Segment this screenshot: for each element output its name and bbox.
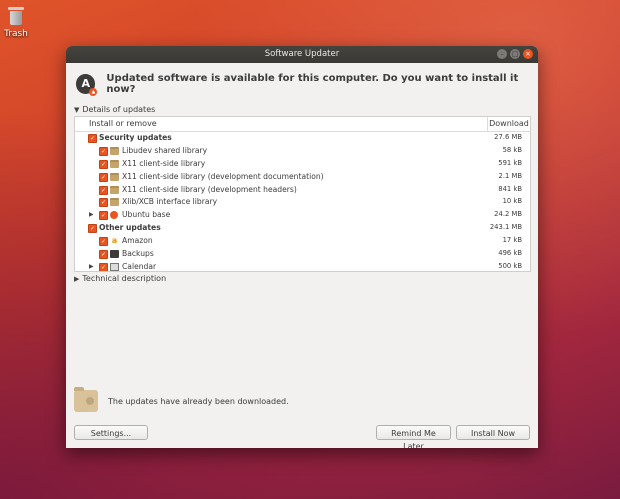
header: A ▲ Updated software is available for thi… xyxy=(76,73,538,96)
column-download[interactable]: Download xyxy=(487,117,530,131)
software-updater-icon: A ▲ xyxy=(76,74,98,96)
remind-me-later-button[interactable]: Remind Me Later xyxy=(376,425,451,448)
row-size: 24.2 MB xyxy=(494,210,522,219)
technical-description-expander[interactable]: ▶ Technical description xyxy=(74,274,166,283)
row-size: 243.1 MB xyxy=(489,223,522,232)
details-label: Details of updates xyxy=(82,105,156,114)
row-checkbox[interactable]: ✓ xyxy=(99,211,108,221)
download-status: The updates have already been downloaded… xyxy=(74,387,289,412)
details-expander[interactable]: ▼ Details of updates xyxy=(74,105,155,114)
row-name: X11 client-side library xyxy=(122,158,206,168)
update-item-row[interactable]: ✓ Libudev shared library 58 kB xyxy=(75,145,530,158)
row-name: Security updates xyxy=(99,133,172,142)
row-name: Calendar xyxy=(122,261,157,271)
trash-label: Trash xyxy=(4,29,28,39)
row-checkbox[interactable]: ✓ xyxy=(99,185,108,195)
update-item-row[interactable]: ✓ Xlib/XCB interface library 10 kB xyxy=(75,196,530,209)
close-icon[interactable]: × xyxy=(523,49,533,59)
downloaded-package-icon xyxy=(74,387,98,412)
row-name: Backups xyxy=(122,249,154,259)
row-size: 58 kB xyxy=(502,145,522,154)
row-size: 500 kB xyxy=(498,261,522,270)
technical-label: Technical description xyxy=(82,274,167,283)
row-size: 841 kB xyxy=(498,184,522,193)
update-item-row[interactable]: ▶ ✓ Calendar 500 kB xyxy=(75,261,530,271)
row-size: 591 kB xyxy=(498,158,522,167)
update-group-row[interactable]: ✓ Security updates 27.6 MB xyxy=(75,132,530,145)
update-item-row[interactable]: ✓ X11 client-side library (development he… xyxy=(75,184,530,197)
row-name: Xlib/XCB interface library xyxy=(122,197,218,207)
row-size: 10 kB xyxy=(502,197,522,206)
row-checkbox[interactable]: ✓ xyxy=(88,134,97,143)
calendar-icon xyxy=(110,262,119,271)
row-checkbox[interactable]: ✓ xyxy=(99,198,108,208)
column-install-or-remove[interactable]: Install or remove xyxy=(89,119,157,128)
expander-down-icon: ▼ xyxy=(74,106,80,114)
folder-icon xyxy=(110,159,119,168)
updates-list[interactable]: Install or remove Download ✓ Security upd… xyxy=(74,116,531,272)
trash-desktop-icon[interactable]: Trash xyxy=(2,5,30,39)
row-checkbox[interactable]: ✓ xyxy=(99,172,108,182)
update-item-row[interactable]: ▶ ✓ Ubuntu base 24.2 MB xyxy=(75,209,530,222)
title-bar[interactable]: Software Updater – □ × xyxy=(66,46,538,63)
settings-button[interactable]: Settings... xyxy=(74,425,148,440)
expander-right-icon: ▶ xyxy=(74,275,80,283)
folder-icon xyxy=(110,146,119,155)
backups-icon xyxy=(110,250,119,259)
install-now-button[interactable]: Install Now xyxy=(456,425,530,440)
update-item-row[interactable]: ✓ Backups 496 kB xyxy=(75,248,530,261)
row-name: Libudev shared library xyxy=(122,145,208,155)
update-item-row[interactable]: ✓ X11 client-side library (development do… xyxy=(75,171,530,184)
maximize-icon[interactable]: □ xyxy=(510,49,520,59)
update-group-row[interactable]: ✓ Other updates 243.1 MB xyxy=(75,222,530,235)
ubuntu-icon xyxy=(110,211,118,220)
amazon-icon: a xyxy=(111,236,118,246)
row-name: X11 client-side library (development doc… xyxy=(122,171,324,181)
row-size: 496 kB xyxy=(498,249,522,258)
minimize-icon[interactable]: – xyxy=(497,49,507,59)
row-checkbox[interactable]: ✓ xyxy=(99,250,108,260)
row-expander-icon[interactable]: ▶ xyxy=(89,263,94,270)
status-text: The updates have already been downloaded… xyxy=(108,396,289,406)
row-checkbox[interactable]: ✓ xyxy=(88,224,97,234)
window-title: Software Updater xyxy=(264,49,340,59)
row-name: Other updates xyxy=(99,223,161,233)
folder-icon xyxy=(110,198,119,207)
row-size: 2.1 MB xyxy=(498,171,523,180)
headline: Updated software is available for this c… xyxy=(106,73,519,95)
row-checkbox[interactable]: ✓ xyxy=(99,237,108,247)
row-name: Ubuntu base xyxy=(122,210,171,220)
trash-icon xyxy=(8,5,24,27)
folder-icon xyxy=(110,172,119,181)
folder-icon xyxy=(110,185,119,194)
list-header: Install or remove Download xyxy=(75,117,530,132)
row-checkbox[interactable]: ✓ xyxy=(99,146,108,156)
row-expander-icon[interactable]: ▶ xyxy=(89,211,94,218)
row-size: 17 kB xyxy=(502,236,522,245)
update-item-row[interactable]: ✓ a Amazon 17 kB xyxy=(75,235,530,248)
row-name: Amazon xyxy=(122,236,153,246)
row-size: 27.6 MB xyxy=(494,133,522,141)
software-updater-window: Software Updater – □ × A ▲ Updated softwa… xyxy=(66,46,538,448)
update-item-row[interactable]: ✓ X11 client-side library 591 kB xyxy=(75,158,530,171)
row-checkbox[interactable]: ✓ xyxy=(99,159,108,169)
row-name: X11 client-side library (development hea… xyxy=(122,184,297,194)
row-checkbox[interactable]: ✓ xyxy=(99,262,108,271)
